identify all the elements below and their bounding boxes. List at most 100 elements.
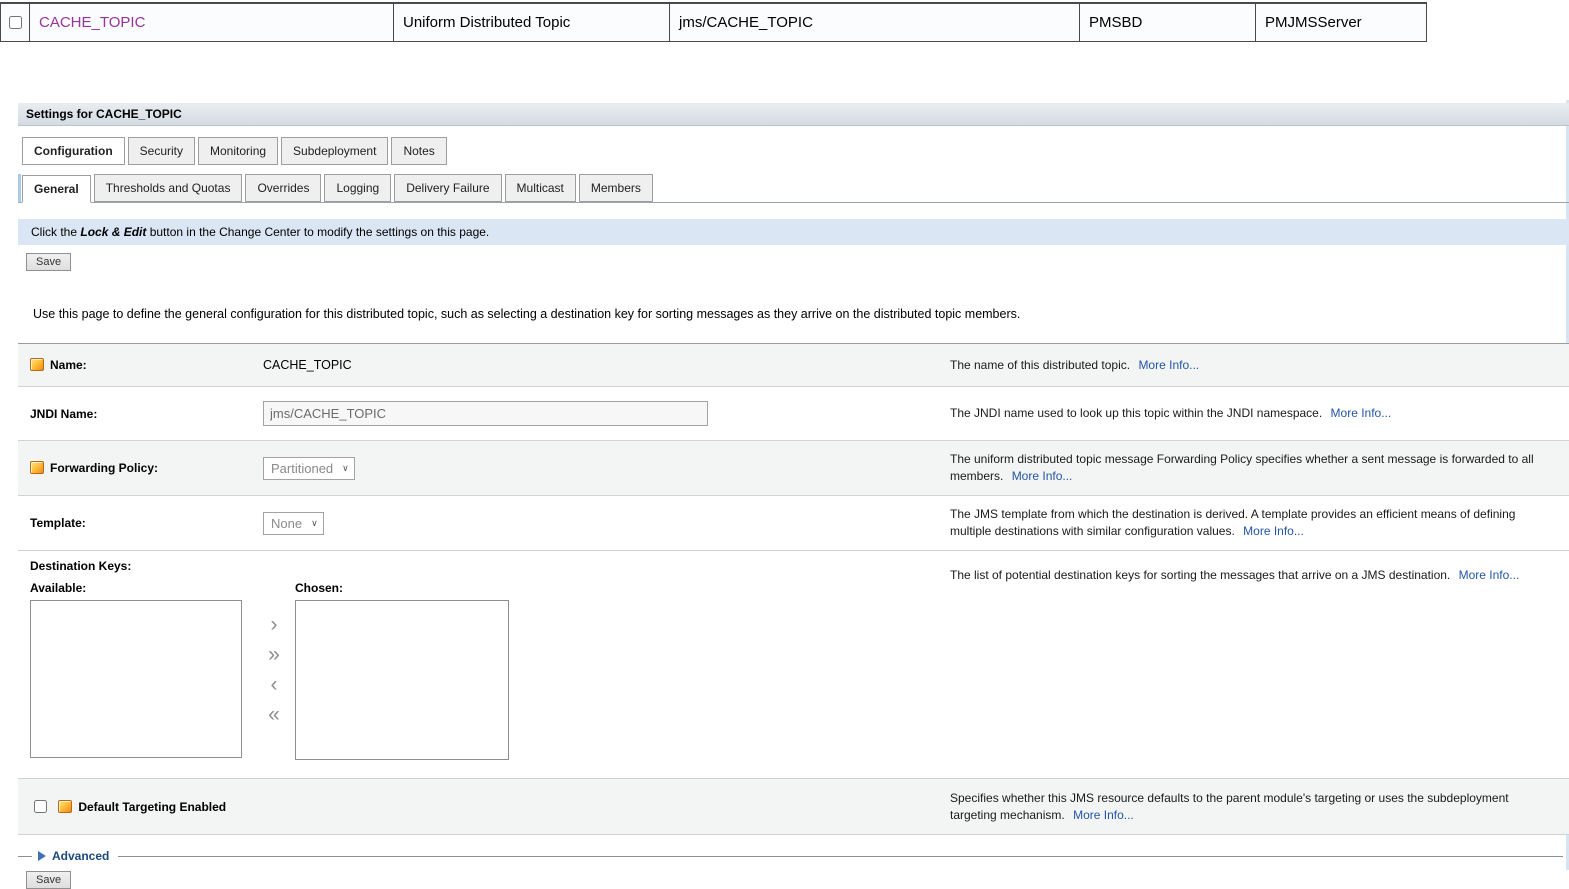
name-help-text: The name of this distributed topic. xyxy=(950,357,1131,372)
subtab-multicast[interactable]: Multicast xyxy=(504,174,576,202)
intro-text: Use this page to define the general conf… xyxy=(33,307,1021,321)
primary-tab-bar: Configuration Security Monitoring Subdep… xyxy=(18,137,1569,165)
form-row-destination-keys: Destination Keys: Available: › » ‹ « Cho… xyxy=(18,551,1569,779)
dynamic-attribute-icon xyxy=(58,800,73,813)
tab-subdeployment[interactable]: Subdeployment xyxy=(281,137,389,165)
default-targeting-label: Default Targeting Enabled xyxy=(78,800,227,814)
tab-notes[interactable]: Notes xyxy=(391,137,447,165)
notice-suffix: button in the Change Center to modify th… xyxy=(146,225,490,239)
subtab-general[interactable]: General xyxy=(22,175,91,203)
tab-monitoring[interactable]: Monitoring xyxy=(198,137,279,165)
template-value-cell: None ∨ xyxy=(253,504,950,543)
form-row-forwarding-policy: Forwarding Policy: Partitioned ∨ The uni… xyxy=(18,441,1569,496)
forwarding-policy-label: Forwarding Policy: xyxy=(50,461,159,475)
save-button-bottom[interactable]: Save xyxy=(26,871,72,889)
name-label-cell: Name: xyxy=(18,350,253,380)
advanced-section-toggle[interactable]: Advanced xyxy=(18,849,1569,863)
advanced-label: Advanced xyxy=(52,849,110,863)
lock-edit-notice: Click the Lock & Edit button in the Chan… xyxy=(18,219,1569,245)
move-all-left-button[interactable]: « xyxy=(268,704,280,725)
double-chevron-right-icon: » xyxy=(268,643,280,666)
more-info-link[interactable]: More Info... xyxy=(1459,568,1520,582)
template-help-text: The JMS template from which the destinat… xyxy=(950,507,1516,538)
forwarding-policy-select[interactable]: Partitioned ∨ xyxy=(263,456,355,480)
chevron-down-icon: ∨ xyxy=(342,462,349,473)
settings-panel: Settings for CACHE_TOPIC Configuration S… xyxy=(18,103,1569,889)
jndi-help-text: The JNDI name used to look up this topic… xyxy=(950,406,1323,421)
dynamic-attribute-icon xyxy=(30,461,44,474)
destination-name-link[interactable]: CACHE_TOPIC xyxy=(39,14,145,31)
move-selected-left-button[interactable]: ‹ xyxy=(271,674,278,695)
default-targeting-checkbox[interactable] xyxy=(34,800,47,813)
default-targeting-help-text: Specifies whether this JMS resource defa… xyxy=(950,790,1509,822)
destination-type-cell: Uniform Distributed Topic xyxy=(394,4,670,41)
default-targeting-help-cell: Specifies whether this JMS resource defa… xyxy=(950,782,1569,832)
more-info-link[interactable]: More Info... xyxy=(1012,469,1073,483)
more-info-link[interactable]: More Info... xyxy=(1138,358,1199,372)
rule-segment xyxy=(18,855,32,857)
form-row-template: Template: None ∨ The JMS template from w… xyxy=(18,496,1569,551)
double-chevron-left-icon: « xyxy=(268,703,280,726)
destination-keys-label-cell: Destination Keys: Available: xyxy=(18,551,253,766)
jndi-name-input[interactable] xyxy=(263,401,708,426)
row-select-checkbox[interactable] xyxy=(9,16,22,29)
more-info-link[interactable]: More Info... xyxy=(1331,406,1392,420)
dynamic-attribute-icon xyxy=(30,358,44,371)
chosen-column: Chosen: xyxy=(295,573,509,760)
destination-name-cell: CACHE_TOPIC xyxy=(30,4,394,41)
top-button-row: Save xyxy=(18,253,1569,271)
available-label: Available: xyxy=(30,581,87,595)
subtab-thresholds-and-quotas[interactable]: Thresholds and Quotas xyxy=(93,174,243,202)
subtab-delivery-failure[interactable]: Delivery Failure xyxy=(394,174,502,202)
template-help-cell: The JMS template from which the destinat… xyxy=(950,498,1569,548)
transfer-button-column: › » ‹ « xyxy=(253,559,295,760)
chevron-down-icon: ∨ xyxy=(311,517,318,528)
forwarding-policy-value-cell: Partitioned ∨ xyxy=(253,449,950,488)
chosen-label: Chosen: xyxy=(295,581,343,595)
available-listbox[interactable] xyxy=(30,600,242,758)
name-label: Name: xyxy=(50,358,87,372)
destination-keys-label: Destination Keys: xyxy=(30,559,132,573)
destinations-table: CACHE_TOPIC Uniform Distributed Topic jm… xyxy=(0,2,1427,42)
name-value: CACHE_TOPIC xyxy=(263,358,352,372)
page-title: Settings for CACHE_TOPIC xyxy=(18,103,1569,126)
bottom-button-row: Save xyxy=(18,871,1569,889)
tab-configuration[interactable]: Configuration xyxy=(22,137,125,165)
move-all-right-button[interactable]: » xyxy=(268,644,280,665)
chevron-right-icon: › xyxy=(270,613,278,636)
form-row-name: Name: CACHE_TOPIC The name of this distr… xyxy=(18,344,1569,387)
destination-row-checkbox-cell xyxy=(0,4,30,41)
secondary-tab-bar: General Thresholds and Quotas Overrides … xyxy=(18,174,1569,203)
destination-server-cell: PMJMSServer xyxy=(1256,4,1427,41)
jndi-label-cell: JNDI Name: xyxy=(18,399,253,429)
subtab-members[interactable]: Members xyxy=(578,174,653,202)
subtab-overrides[interactable]: Overrides xyxy=(245,174,322,202)
template-selected-value: None xyxy=(271,515,303,531)
form-row-jndi-name: JNDI Name: The JNDI name used to look up… xyxy=(18,387,1569,441)
destination-keys-value-cell: › » ‹ « Chosen: xyxy=(253,551,950,768)
lock-edit-emphasis: Lock & Edit xyxy=(80,225,147,239)
name-help-cell: The name of this distributed topic. More… xyxy=(950,349,1569,382)
template-label: Template: xyxy=(30,516,86,530)
template-label-cell: Template: xyxy=(18,508,253,538)
name-value-cell: CACHE_TOPIC xyxy=(253,350,950,380)
destination-keys-help-cell: The list of potential destination keys f… xyxy=(950,551,1569,592)
destination-keys-help-text: The list of potential destination keys f… xyxy=(950,568,1451,582)
chosen-listbox[interactable] xyxy=(295,600,509,760)
chevron-left-icon: ‹ xyxy=(270,673,278,696)
tab-security[interactable]: Security xyxy=(127,137,196,165)
more-info-link[interactable]: More Info... xyxy=(1073,808,1134,822)
jndi-help-cell: The JNDI name used to look up this topic… xyxy=(950,397,1569,430)
save-button-top[interactable]: Save xyxy=(26,253,72,271)
expand-arrow-icon xyxy=(38,851,46,861)
default-targeting-label-cell: Default Targeting Enabled xyxy=(18,789,950,824)
rule-line xyxy=(118,855,1563,857)
jndi-label: JNDI Name: xyxy=(30,406,98,421)
subtab-logging[interactable]: Logging xyxy=(324,174,392,202)
forwarding-policy-help-cell: The uniform distributed topic message Fo… xyxy=(950,443,1569,493)
template-select[interactable]: None ∨ xyxy=(263,511,324,535)
move-selected-right-button[interactable]: › xyxy=(271,614,278,635)
more-info-link[interactable]: More Info... xyxy=(1243,524,1304,538)
notice-prefix: Click the xyxy=(31,225,81,239)
forwarding-policy-label-cell: Forwarding Policy: xyxy=(18,453,253,483)
